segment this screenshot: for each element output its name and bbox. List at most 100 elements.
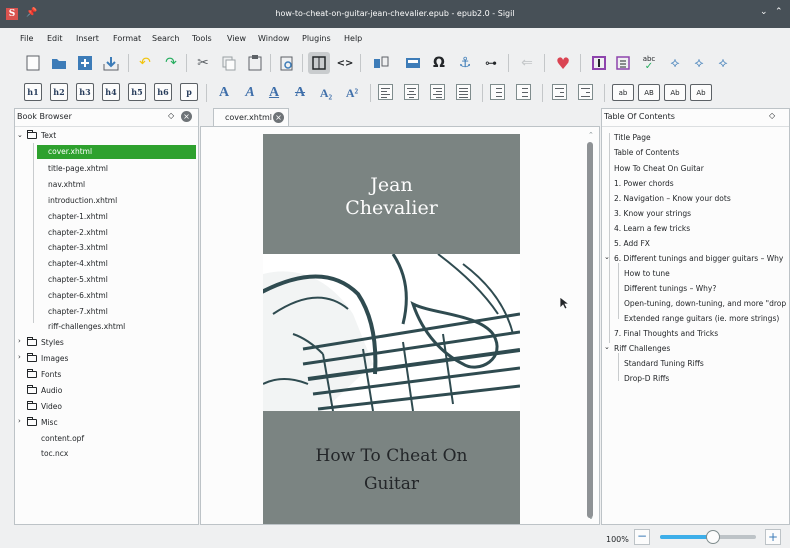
chevron-right-icon[interactable]: › [18, 417, 21, 425]
toc-subitem[interactable]: Drop-D Riffs [624, 374, 669, 383]
chevron-right-icon[interactable]: › [18, 353, 21, 361]
file-title-page[interactable]: title-page.xhtml [48, 164, 108, 173]
toc-subitem[interactable]: Different tunings – Why? [624, 284, 716, 293]
tab-cover-xhtml[interactable]: cover.xhtml × [213, 108, 289, 126]
spellcheck-icon[interactable]: abc ✓ [638, 52, 660, 74]
menu-edit[interactable]: Edit [47, 34, 63, 43]
toc-item[interactable]: 2. Navigation – Know your dots [614, 194, 731, 203]
toc-subitem[interactable]: Extended range guitars (ie. more strings… [624, 314, 789, 323]
save-icon[interactable] [100, 52, 122, 74]
file-riff-challenges[interactable]: riff-challenges.xhtml [48, 322, 125, 331]
new-file-icon[interactable] [22, 52, 44, 74]
plugin-icon[interactable]: ⟡ [688, 52, 710, 74]
heading-4-button[interactable]: h4 [102, 83, 120, 101]
plugin-icon[interactable]: ⟡ [664, 52, 686, 74]
file-chapter-1[interactable]: chapter-1.xhtml [48, 212, 108, 221]
toc-item[interactable]: 1. Power chords [614, 179, 674, 188]
back-icon[interactable]: ⇐ [516, 52, 538, 74]
file-chapter-2[interactable]: chapter-2.xhtml [48, 228, 108, 237]
plugin-icon[interactable]: ⟡ [712, 52, 734, 74]
heading-6-button[interactable]: h6 [154, 83, 172, 101]
scroll-up-icon[interactable]: ⌃ [588, 131, 594, 139]
open-folder-icon[interactable] [48, 52, 70, 74]
uppercase-button[interactable]: AB [638, 84, 660, 101]
underline-button[interactable]: A [264, 83, 284, 103]
close-icon[interactable]: × [181, 111, 192, 122]
tab-close-icon[interactable]: × [273, 112, 284, 123]
menu-format[interactable]: Format [113, 34, 141, 43]
chevron-down-icon[interactable]: ⌄ [604, 343, 610, 351]
toc-item[interactable]: 3. Know your strings [614, 209, 691, 218]
file-content-opf[interactable]: content.opf [41, 434, 84, 443]
capitalize-button[interactable]: Ab [690, 84, 712, 101]
zoom-slider-handle[interactable] [705, 530, 720, 544]
undo-icon[interactable]: ↶ [134, 52, 156, 74]
file-nav[interactable]: nav.xhtml [48, 180, 85, 189]
toc-subitem[interactable]: Open-tuning, down-tuning, and more "drop [624, 299, 789, 308]
increase-indent-icon[interactable] [578, 84, 593, 100]
file-toc-ncx[interactable]: toc.ncx [41, 449, 68, 458]
toc-subitem[interactable]: Standard Tuning Riffs [624, 359, 704, 368]
paragraph-button[interactable]: p [180, 83, 198, 101]
titlecase-button[interactable]: Ab [664, 84, 686, 101]
heading-3-button[interactable]: h3 [76, 83, 94, 101]
toc-item[interactable]: 7. Final Thoughts and Tricks [614, 329, 718, 338]
menu-view[interactable]: View [227, 34, 246, 43]
code-view-icon[interactable]: <> [334, 52, 356, 74]
italic-button[interactable]: A [240, 83, 260, 103]
menu-window[interactable]: Window [258, 34, 290, 43]
heading-2-button[interactable]: h2 [50, 83, 68, 101]
align-right-icon[interactable] [430, 84, 445, 100]
heading-5-button[interactable]: h5 [128, 83, 146, 101]
book-view-icon[interactable] [308, 52, 330, 74]
split-icon[interactable] [370, 52, 392, 74]
menu-plugins[interactable]: Plugins [302, 34, 331, 43]
numbered-list-icon[interactable] [516, 84, 531, 100]
special-char-icon[interactable]: Ω [428, 52, 450, 74]
toc-item[interactable]: Title Page [614, 133, 651, 142]
folder-text[interactable]: Text [27, 130, 56, 140]
folder-misc[interactable]: Misc [27, 417, 58, 427]
maximize-button[interactable]: ⌃ [775, 7, 783, 17]
cut-icon[interactable]: ✂ [192, 52, 214, 74]
superscript-button[interactable]: A² [342, 83, 362, 103]
menu-tools[interactable]: Tools [192, 34, 212, 43]
folder-audio[interactable]: Audio [27, 385, 62, 395]
lowercase-button[interactable]: ab [612, 84, 634, 101]
toc-item[interactable]: 4. Learn a few tricks [614, 224, 690, 233]
file-cover-xhtml[interactable]: cover.xhtml [37, 145, 196, 159]
zoom-slider[interactable] [660, 530, 756, 544]
menu-insert[interactable]: Insert [76, 34, 99, 43]
toc-item[interactable]: Riff Challenges [614, 344, 670, 353]
menu-help[interactable]: Help [344, 34, 362, 43]
preview-icon[interactable] [276, 52, 298, 74]
menu-search[interactable]: Search [152, 34, 179, 43]
file-introduction[interactable]: introduction.xhtml [48, 196, 117, 205]
subscript-button[interactable]: A₂ [316, 83, 336, 103]
float-icon[interactable]: ◇ [168, 111, 174, 120]
file-chapter-7[interactable]: chapter-7.xhtml [48, 307, 108, 316]
book-icon[interactable] [588, 52, 610, 74]
heading-1-button[interactable]: h1 [24, 83, 42, 101]
folder-video[interactable]: Video [27, 401, 62, 411]
toc-item[interactable]: 5. Add FX [614, 239, 650, 248]
chevron-down-icon[interactable]: ⌄ [17, 131, 23, 139]
heart-icon[interactable]: ♥ [552, 52, 574, 74]
strikethrough-button[interactable]: A [290, 83, 310, 103]
toc-subitem[interactable]: How to tune [624, 269, 670, 278]
folder-styles[interactable]: Styles [27, 337, 64, 347]
float-icon[interactable]: ◇ [769, 111, 775, 120]
scroll-down-icon[interactable]: ⌄ [588, 513, 594, 521]
menu-file[interactable]: File [20, 34, 33, 43]
link-icon[interactable]: ⊶ [480, 52, 502, 74]
decrease-indent-icon[interactable] [552, 84, 567, 100]
chevron-down-icon[interactable]: ⌄ [604, 253, 610, 261]
folder-images[interactable]: Images [27, 353, 68, 363]
toc-icon[interactable] [612, 52, 634, 74]
metadata-icon[interactable] [402, 52, 424, 74]
minimize-button[interactable]: ⌄ [760, 7, 768, 17]
add-file-icon[interactable] [74, 52, 96, 74]
zoom-in-button[interactable]: + [765, 529, 781, 545]
file-chapter-5[interactable]: chapter-5.xhtml [48, 275, 108, 284]
align-justify-icon[interactable] [456, 84, 471, 100]
